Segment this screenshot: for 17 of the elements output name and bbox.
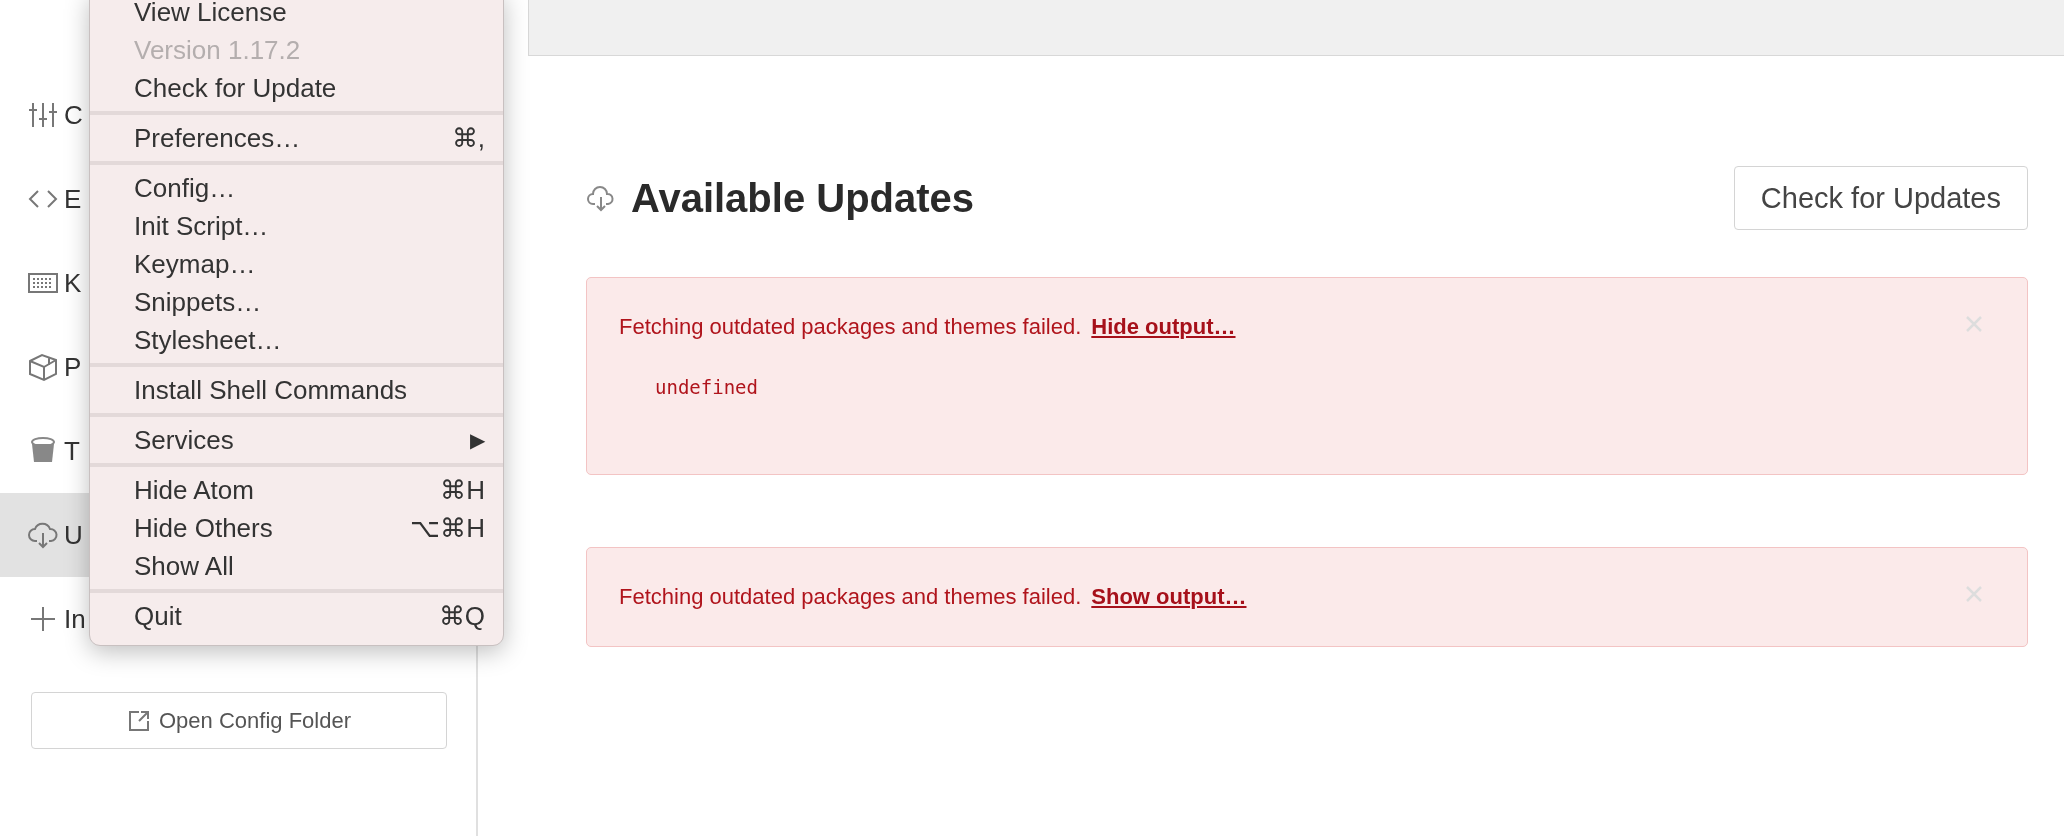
- sidebar-label: C: [64, 99, 83, 131]
- section-heading: Available Updates: [631, 175, 976, 221]
- alert-output: undefined: [655, 376, 759, 398]
- shortcut-label: ⌘,: [451, 122, 485, 154]
- alert-message: Fetching outdated packages and themes failed.: [619, 584, 1082, 610]
- sidebar-label: U: [64, 519, 83, 551]
- sidebar-label: P: [64, 351, 82, 383]
- sidebar-label: T: [64, 435, 80, 467]
- shortcut-label: ⌥⌘H: [410, 512, 485, 544]
- sidebar-label: In: [64, 603, 86, 635]
- shortcut-label: ⌘Q: [438, 600, 485, 632]
- alert-message: Fetching outdated packages and themes failed.: [619, 314, 1082, 340]
- sidebar-label: K: [64, 267, 82, 299]
- sidebar-label: E: [64, 183, 82, 215]
- shortcut-label: ⌘H: [440, 474, 485, 506]
- submenu-arrow: ▶: [470, 428, 485, 452]
- menu-item: Version 1.17.2: [133, 33, 302, 67]
